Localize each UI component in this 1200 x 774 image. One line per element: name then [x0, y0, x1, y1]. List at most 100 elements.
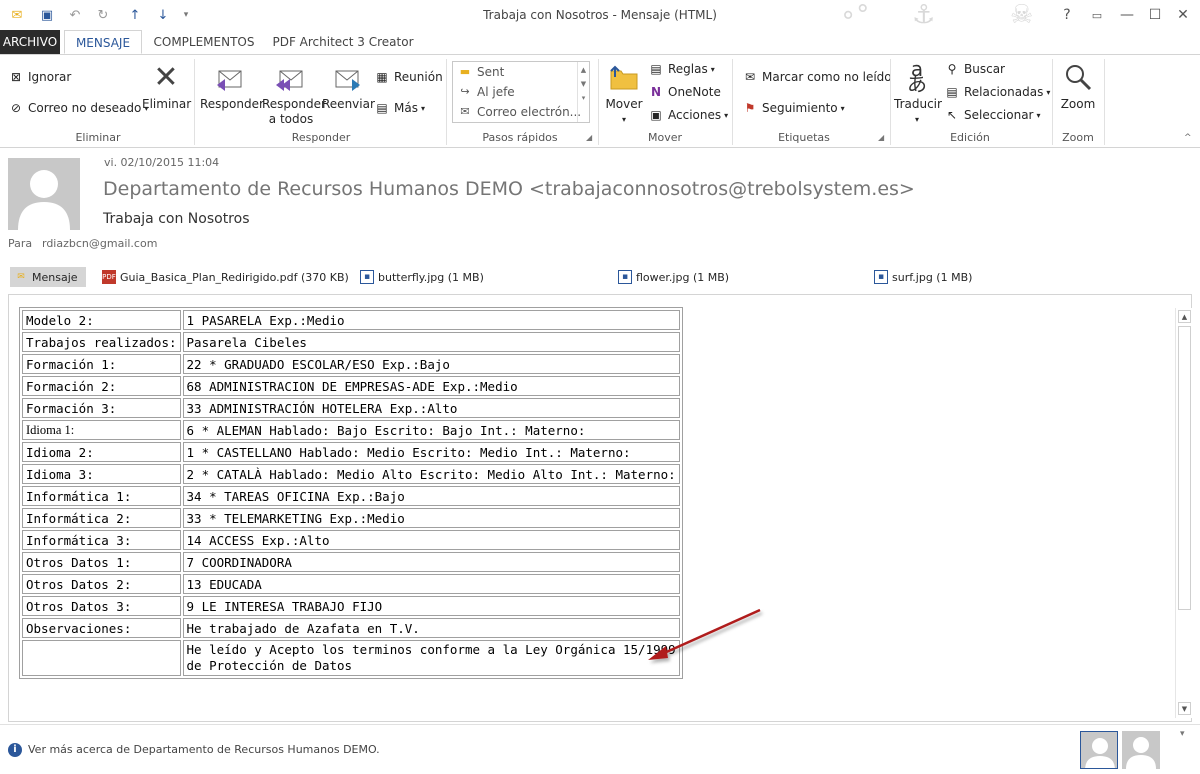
attachment-message[interactable]: ✉ Mensaje [10, 267, 86, 287]
cursor-icon: ↖ [946, 108, 958, 122]
tab-complementos[interactable]: COMPLEMENTOS [148, 30, 260, 54]
translate-icon: aあ [907, 57, 927, 96]
onenote-icon: N [650, 85, 662, 99]
select-button[interactable]: ↖ Seleccionar ▾ [944, 105, 1041, 125]
image-file-icon: ▪ [360, 270, 374, 284]
group-separator [890, 59, 891, 145]
sender-avatar[interactable] [8, 158, 80, 230]
group-separator [732, 59, 733, 145]
zoom-button[interactable]: Zoom [1056, 61, 1100, 112]
table-row: Otros Datos 1: 7 COORDINADORA [22, 552, 680, 572]
field-value: 2 * CATALÀ Hablado: Medio Alto Escrito: … [182, 464, 680, 484]
chevron-down-icon: ▾ [724, 110, 729, 120]
mark-unread-button[interactable]: ✉ Marcar como no leído [742, 67, 892, 87]
body-scrollbar[interactable]: ▲ ▼ [1175, 308, 1192, 718]
move-folder-icon [608, 61, 640, 93]
delete-button[interactable]: ✕ Eliminar [142, 61, 191, 112]
followup-button[interactable]: ⚑ Seguimiento ▾ [742, 98, 845, 118]
field-label: Informática 1: [22, 486, 181, 506]
message-sender[interactable]: Departamento de Recursos Humanos DEMO <t… [103, 178, 915, 200]
table-row: Formación 3: 33 ADMINISTRACIÓN HOTELERA E… [22, 398, 680, 418]
dialog-launcher-icon[interactable]: ◢ [878, 133, 884, 142]
ignore-button[interactable]: ⊠ Ignorar [8, 67, 71, 87]
field-label: Idioma 1: [22, 420, 181, 440]
ribbon-tabs: ARCHIVO MENSAJE COMPLEMENTOS PDF Archite… [0, 30, 1200, 54]
group-label-responder: Responder [291, 131, 351, 144]
forward-button[interactable]: Reenviar [322, 61, 375, 112]
collapse-ribbon-icon[interactable]: ^ [1184, 133, 1192, 143]
related-button[interactable]: ▤ Relacionadas ▾ [944, 82, 1050, 102]
to-recipient[interactable]: rdiazbcn@gmail.com [42, 237, 157, 250]
person-avatar[interactable] [1080, 731, 1118, 769]
chevron-down-icon: ▾ [840, 103, 845, 113]
chevron-down-icon: ▾ [710, 64, 715, 74]
folder-icon: ▬ [459, 65, 471, 78]
attachment-pdf[interactable]: PDF Guia_Basica_Plan_Redirigido.pdf (370 … [102, 267, 349, 287]
table-row: Idioma 2: 1 * CASTELLANO Hablado: Medio E… [22, 442, 680, 462]
people-pane-message[interactable]: Ver más acerca de Departamento de Recurs… [28, 743, 380, 756]
image-file-icon: ▪ [874, 270, 888, 284]
to-label: Para [8, 237, 33, 250]
table-row: Formación 2: 68 ADMINISTRACION DE EMPRESA… [22, 376, 680, 396]
attachment-surf[interactable]: ▪ surf.jpg (1 MB) [874, 267, 972, 287]
table-row: Informática 2: 33 * TELEMARKETING Exp.:Me… [22, 508, 680, 528]
tab-archivo[interactable]: ARCHIVO [0, 30, 60, 54]
attachment-butterfly[interactable]: ▪ butterfly.jpg (1 MB) [360, 267, 484, 287]
people-pane: i Ver más acerca de Departamento de Recu… [0, 724, 1200, 774]
scroll-down-icon[interactable]: ▼ [1178, 702, 1191, 715]
chevron-down-icon: ▾ [420, 103, 425, 113]
minimize-icon[interactable]: — [1112, 4, 1142, 26]
scroll-thumb[interactable] [1178, 326, 1191, 610]
table-row: Idioma 1: 6 * ALEMAN Hablado: Bajo Escrit… [22, 420, 680, 440]
ignore-icon: ⊠ [10, 70, 22, 84]
field-label: Informática 2: [22, 508, 181, 528]
group-label-etiquetas: Etiquetas [778, 131, 830, 144]
junk-button[interactable]: ⊘ Correo no deseado ▾ [8, 98, 148, 118]
reply-button[interactable]: Responder [200, 61, 264, 112]
dialog-launcher-icon[interactable]: ◢ [586, 133, 592, 142]
field-value: He leído y Acepto los terminos conforme … [182, 640, 680, 676]
attachment-flower[interactable]: ▪ flower.jpg (1 MB) [618, 267, 729, 287]
related-icon: ▤ [946, 85, 958, 99]
title-bar: ✉ ▣ ↶ ↻ ↑ ↓ ▾ ∘° ⚓ ☠ Trabaja con Nosotro… [0, 0, 1200, 30]
message-subject: Trabaja con Nosotros [103, 211, 250, 227]
table-row: Formación 1: 22 * GRADUADO ESCOLAR/ESO Ex… [22, 354, 680, 374]
field-label: Otros Datos 3: [22, 596, 181, 616]
field-label: Idioma 2: [22, 442, 181, 462]
tab-mensaje[interactable]: MENSAJE [64, 30, 142, 54]
move-button[interactable]: Mover ▾ [602, 61, 646, 127]
field-label: Idioma 3: [22, 464, 181, 484]
field-label: Otros Datos 2: [22, 574, 181, 594]
ribbon-display-icon[interactable]: ▭ [1082, 4, 1112, 26]
chevron-down-icon: ▾ [914, 115, 919, 124]
field-value: 22 * GRADUADO ESCOLAR/ESO Exp.:Bajo [182, 354, 680, 374]
collapse-people-pane-icon[interactable]: ▾ [1180, 729, 1185, 739]
more-icon: ▤ [376, 101, 388, 115]
table-row: Otros Datos 2: 13 EDUCADA [22, 574, 680, 594]
reply-all-button[interactable]: Responder a todos [262, 61, 326, 127]
person-avatar[interactable] [1122, 731, 1160, 769]
tab-pdf-architect[interactable]: PDF Architect 3 Creator [272, 30, 414, 54]
onenote-button[interactable]: N OneNote [648, 82, 721, 102]
gallery-scroll[interactable]: ▲ ▼ ▾ [577, 62, 589, 122]
field-label: Otros Datos 1: [22, 552, 181, 572]
close-icon[interactable]: ✕ [1168, 4, 1198, 26]
quick-step-item[interactable]: ↪ Al jefe [453, 82, 589, 102]
meeting-button[interactable]: ▦ Reunión [374, 67, 442, 87]
info-icon: i [8, 743, 22, 757]
scroll-up-icon[interactable]: ▲ [1178, 310, 1191, 323]
quick-step-item[interactable]: ▬ Sent [453, 62, 589, 82]
more-respond-button[interactable]: ▤ Más ▾ [374, 98, 425, 118]
maximize-icon[interactable]: ☐ [1140, 4, 1170, 26]
translate-button[interactable]: aあ Traducir ▾ [894, 57, 942, 127]
find-button[interactable]: ⚲ Buscar [944, 59, 1005, 79]
help-icon[interactable]: ? [1052, 4, 1082, 26]
actions-button[interactable]: ▣ Acciones ▾ [648, 105, 728, 125]
table-row: Idioma 3: 2 * CATALÀ Hablado: Medio Alto … [22, 464, 680, 484]
mail-icon: ✉ [460, 105, 470, 118]
image-file-icon: ▪ [618, 270, 632, 284]
field-value: 68 ADMINISTRACION DE EMPRESAS-ADE Exp.:M… [182, 376, 680, 396]
group-separator [1104, 59, 1105, 145]
rules-button[interactable]: ▤ Reglas ▾ [648, 59, 715, 79]
quick-step-item[interactable]: ✉ Correo electrón... [453, 102, 589, 122]
